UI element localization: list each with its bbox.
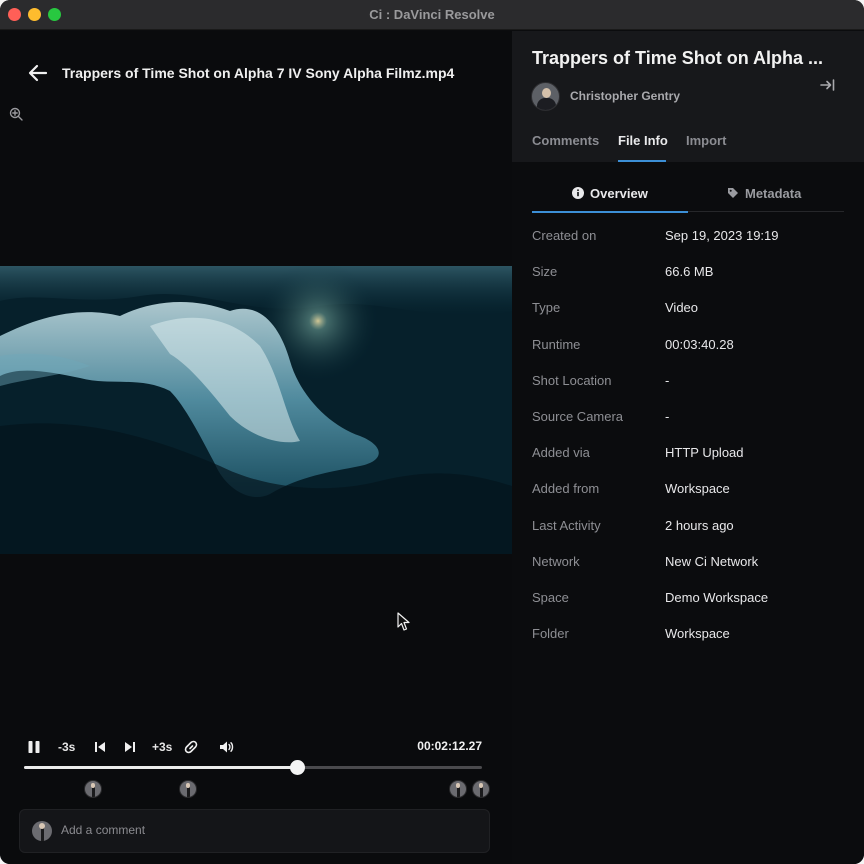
info-row: Size 66.6 MB: [532, 264, 844, 282]
info-value: Demo Workspace: [665, 590, 769, 605]
info-label: Space: [532, 590, 569, 605]
forward-3s-button[interactable]: +3s: [152, 736, 172, 758]
tag-icon: [728, 188, 738, 198]
comment-marker-avatar[interactable]: [472, 780, 490, 798]
subtab-metadata-label: Metadata: [745, 185, 802, 201]
active-subtab-indicator: [532, 211, 688, 213]
app-window: Ci : DaVinci Resolve Trappers of Time Sh…: [0, 0, 864, 864]
info-label: Created on: [532, 228, 597, 243]
panel-title: Trappers of Time Shot on Alpha ...: [532, 48, 824, 68]
file-info-subtabs: Overview Metadata: [532, 177, 844, 213]
info-value: New Ci Network: [665, 553, 759, 569]
tab-import[interactable]: Import: [686, 133, 726, 148]
underwater-wave-image: [0, 266, 512, 554]
info-value: Workspace: [665, 626, 730, 642]
tab-comments[interactable]: Comments: [532, 133, 599, 148]
info-label: Runtime: [532, 336, 581, 352]
comment-marker-avatar[interactable]: [84, 780, 102, 798]
subtab-metadata[interactable]: Metadata: [727, 183, 801, 203]
current-timecode: 00:02:12.27: [417, 739, 482, 753]
comment-marker-avatar[interactable]: [179, 780, 197, 798]
info-row: Last Activity 2 hours ago: [532, 518, 844, 536]
info-row: Folder Workspace: [532, 626, 844, 644]
info-value: Sep 19, 2023 19:19: [665, 228, 779, 243]
collapse-panel-icon[interactable]: [820, 78, 836, 92]
info-value: 66.6 MB: [665, 264, 714, 280]
playback-controls: -3s +3s 00:02:12.27: [0, 736, 512, 758]
info-row: Shot Location -: [532, 373, 844, 391]
info-icon: [572, 187, 584, 199]
info-label: Type: [532, 300, 561, 316]
info-row: Created on Sep 19, 2023 19:19: [532, 228, 844, 246]
info-row: Runtime 00:03:40.28: [532, 337, 844, 355]
timeline-progress: [24, 766, 297, 769]
info-value: -: [665, 372, 670, 388]
timeline-playhead[interactable]: [289, 760, 305, 775]
file-details-panel: Trappers of Time Shot on Alpha ... Chris…: [512, 31, 864, 864]
subtab-overview[interactable]: Overview: [572, 183, 648, 203]
info-row: Type Video: [532, 300, 844, 318]
author-avatar: [531, 82, 560, 111]
title-bar: Ci : DaVinci Resolve: [0, 0, 864, 30]
active-tab-indicator: [618, 160, 666, 162]
info-row: Source Camera -: [532, 409, 844, 427]
mouse-cursor-icon: [397, 612, 410, 631]
info-value: HTTP Upload: [665, 445, 744, 461]
info-value: 00:03:40.28: [665, 336, 734, 352]
info-label: Size: [532, 264, 558, 280]
info-value: Workspace: [665, 481, 730, 497]
link-icon[interactable]: [183, 739, 199, 755]
subtab-overview-label: Overview: [590, 185, 648, 201]
info-row: Added from Workspace: [532, 481, 844, 499]
info-label: Added via: [532, 445, 590, 461]
timeline-scrubber[interactable]: [24, 760, 482, 775]
info-row: Space Demo Workspace: [532, 590, 844, 608]
info-label: Added from: [532, 481, 600, 497]
user-avatar: [32, 821, 52, 841]
info-value: Video: [665, 300, 699, 316]
zoom-in-icon[interactable]: [9, 107, 23, 121]
video-player-area: Trappers of Time Shot on Alpha 7 IV Sony…: [0, 31, 512, 864]
info-label: Folder: [532, 626, 569, 642]
pause-icon[interactable]: [27, 740, 41, 754]
previous-frame-icon[interactable]: [94, 741, 106, 753]
back-arrow-icon[interactable]: [28, 64, 48, 82]
next-frame-icon[interactable]: [124, 741, 136, 753]
info-row: Added via HTTP Upload: [532, 445, 844, 463]
info-row: Network New Ci Network: [532, 554, 844, 572]
info-label: Source Camera: [532, 409, 624, 424]
info-label: Network: [532, 553, 580, 569]
info-value: 2 hours ago: [665, 517, 734, 533]
comment-marker-avatar[interactable]: [449, 780, 467, 798]
volume-icon[interactable]: [218, 739, 234, 755]
window-title: Ci : DaVinci Resolve: [369, 7, 495, 22]
info-label: Shot Location: [532, 372, 612, 388]
panel-header: Trappers of Time Shot on Alpha ... Chris…: [512, 31, 864, 162]
author-name: Christopher Gentry: [570, 89, 681, 103]
rewind-3s-button[interactable]: -3s: [58, 736, 75, 758]
video-frame[interactable]: [0, 266, 512, 554]
tab-file-info[interactable]: File Info: [618, 133, 668, 148]
file-title: Trappers of Time Shot on Alpha 7 IV Sony…: [62, 65, 455, 81]
info-value: -: [665, 409, 670, 424]
info-label: Last Activity: [532, 517, 601, 533]
comment-placeholder: Add a comment: [61, 823, 146, 837]
comment-input[interactable]: Add a comment: [19, 809, 490, 853]
